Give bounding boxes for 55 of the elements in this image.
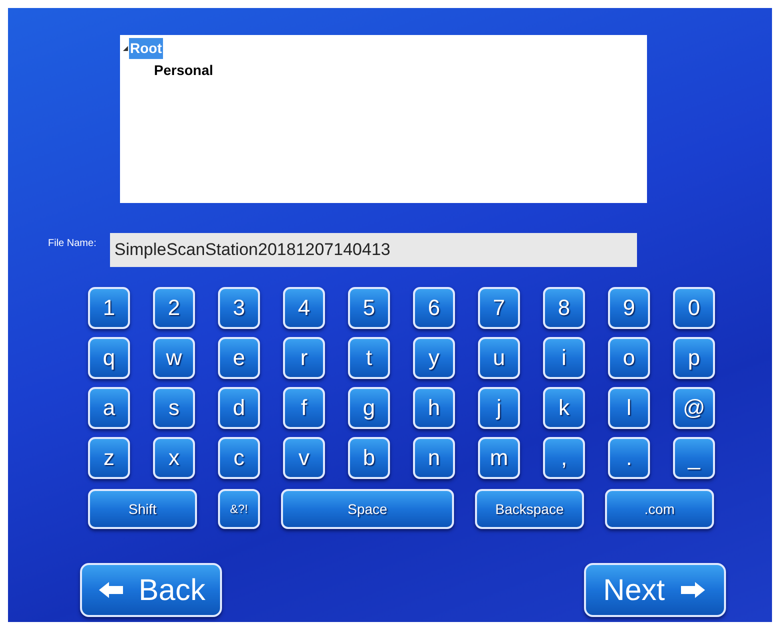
keyboard-key[interactable]: u [478,337,520,379]
keyboard-key[interactable]: b [348,437,390,479]
keyboard-key[interactable]: 6 [413,287,455,329]
keyboard-key[interactable]: 5 [348,287,390,329]
keyboard-key[interactable]: r [283,337,325,379]
keyboard-key[interactable]: Shift [88,489,197,529]
keyboard-key[interactable]: .com [605,489,714,529]
keyboard-key[interactable]: a [88,387,130,429]
back-button[interactable]: Back [80,563,222,617]
keyboard-key[interactable]: x [153,437,195,479]
keyboard-key[interactable]: 8 [543,287,585,329]
keyboard-key[interactable]: 9 [608,287,650,329]
keyboard-key[interactable]: n [413,437,455,479]
keyboard-key[interactable]: @ [673,387,715,429]
keyboard-key[interactable]: 7 [478,287,520,329]
keyboard-key[interactable]: g [348,387,390,429]
keyboard-key[interactable]: Backspace [475,489,584,529]
keyboard-key[interactable]: t [348,337,390,379]
keyboard-key[interactable]: 3 [218,287,260,329]
keyboard-key[interactable]: l [608,387,650,429]
arrow-icon [678,580,707,600]
keyboard-key[interactable]: , [543,437,585,479]
keyboard-key[interactable]: c [218,437,260,479]
keyboard-key[interactable]: w [153,337,195,379]
file-name-field[interactable]: SimpleScanStation20181207140413 [110,233,638,267]
keyboard-key[interactable]: j [478,387,520,429]
keyboard-key[interactable]: Space [281,489,454,529]
keyboard-key[interactable]: 2 [153,287,195,329]
keyboard-key[interactable]: k [543,387,585,429]
keyboard-key[interactable]: e [218,337,260,379]
keyboard-key[interactable]: s [153,387,195,429]
keyboard-key[interactable]: 0 [673,287,715,329]
keyboard-key[interactable]: z [88,437,130,479]
keyboard-key[interactable]: &?! [218,489,260,529]
keyboard-key[interactable]: o [608,337,650,379]
keyboard-key[interactable]: m [478,437,520,479]
keyboard-key[interactable]: f [283,387,325,429]
keyboard-key[interactable]: y [413,337,455,379]
keyboard-key[interactable]: q [88,337,130,379]
tree-item[interactable]: Root [129,38,163,58]
keyboard-key[interactable]: i [543,337,585,379]
keyboard-key[interactable]: p [673,337,715,379]
keyboard-key[interactable]: 1 [88,287,130,329]
next-button[interactable]: Next [584,563,726,617]
keyboard-key[interactable]: v [283,437,325,479]
keyboard-key[interactable]: h [413,387,455,429]
keyboard-key[interactable]: . [608,437,650,479]
keyboard-key[interactable]: 4 [283,287,325,329]
field-label: File Name: [48,237,96,251]
expand-toggle-icon[interactable] [123,46,128,50]
folder-tree[interactable]: Root Personal [120,35,647,203]
tree-item[interactable]: Personal [153,60,214,80]
keyboard-key[interactable]: d [218,387,260,429]
arrow-icon [96,580,125,600]
keyboard-key[interactable]: _ [673,437,715,479]
